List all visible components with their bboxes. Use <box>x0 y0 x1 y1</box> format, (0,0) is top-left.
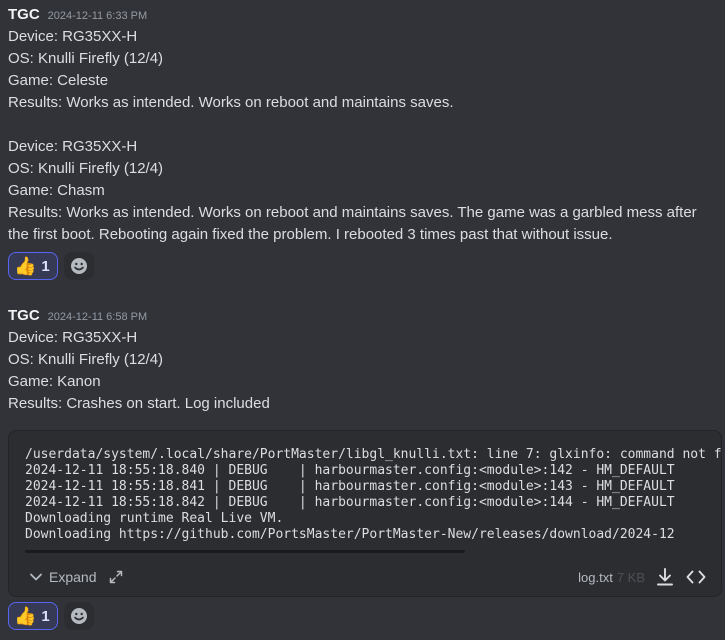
author-name[interactable]: TGC <box>8 6 40 23</box>
preview-line: 2024-12-11 18:55:18.842 | DEBUG | harbou… <box>25 495 675 510</box>
reactions-bar: 👍 1 <box>8 252 708 280</box>
message-line: OS: Knulli Firefly (12/4) <box>8 50 164 67</box>
timestamp[interactable]: 2024-12-11 6:33 PM <box>48 10 147 22</box>
reaction-thumbs-up[interactable]: 👍 1 <box>8 602 58 630</box>
file-attachment: /userdata/system/.local/share/PortMaster… <box>8 430 722 597</box>
thumbs-up-icon: 👍 <box>14 606 37 626</box>
message-2: TGC 2024-12-11 6:58 PM Device: RG35XX-H … <box>8 307 270 415</box>
message-line: Results: Crashes on start. Log included <box>8 395 270 412</box>
message-line: Device: RG35XX-H <box>8 329 138 346</box>
expand-button[interactable]: Expand <box>29 569 124 585</box>
preview-line: /userdata/system/.local/share/PortMaster… <box>25 447 721 462</box>
add-reaction-button[interactable] <box>63 602 94 630</box>
download-button[interactable] <box>655 567 675 587</box>
add-reaction-button[interactable] <box>63 252 94 280</box>
thumbs-up-icon: 👍 <box>14 256 37 276</box>
reaction-thumbs-up[interactable]: 👍 1 <box>8 252 58 280</box>
message-line: Device: RG35XX-H <box>8 28 138 45</box>
smile-icon <box>70 258 87 274</box>
code-icon <box>686 570 706 584</box>
preview-line: 2024-12-11 18:55:18.841 | DEBUG | harbou… <box>25 479 675 494</box>
horizontal-scrollbar[interactable] <box>25 550 465 553</box>
preview-line: 2024-12-11 18:55:18.840 | DEBUG | harbou… <box>25 463 675 478</box>
message-body: Device: RG35XX-H OS: Knulli Firefly (12/… <box>8 327 270 415</box>
file-name[interactable]: log.txt <box>578 570 613 585</box>
message-line: Results: Works as intended. Works on reb… <box>8 94 454 111</box>
preview-line: Downloading runtime Real Live VM. <box>25 511 284 526</box>
message-header: TGC 2024-12-11 6:33 PM <box>8 6 708 26</box>
file-size: 7 KB <box>616 569 645 585</box>
message-line: Game: Celeste <box>8 72 109 89</box>
reaction-count: 1 <box>41 257 50 275</box>
file-preview[interactable]: /userdata/system/.local/share/PortMaster… <box>25 447 721 543</box>
attachment-footer: Expand log.txt 7 KB <box>9 559 721 595</box>
download-icon <box>657 568 673 586</box>
message-1: TGC 2024-12-11 6:33 PM Device: RG35XX-H … <box>8 6 708 280</box>
preview-line: Downloading https://github.com/PortsMast… <box>25 527 675 542</box>
reaction-count: 1 <box>41 607 50 625</box>
message-line: Results: Works as intended. Works on reb… <box>8 204 697 243</box>
smile-icon <box>70 608 87 624</box>
expand-label: Expand <box>49 569 97 585</box>
message-line: Device: RG35XX-H <box>8 138 138 155</box>
timestamp[interactable]: 2024-12-11 6:58 PM <box>48 311 147 323</box>
message-line: Game: Kanon <box>8 373 101 390</box>
author-name[interactable]: TGC <box>8 307 40 324</box>
chevron-down-icon <box>30 573 42 581</box>
message-line: OS: Knulli Firefly (12/4) <box>8 351 164 368</box>
message-header: TGC 2024-12-11 6:58 PM <box>8 307 270 327</box>
message-line: Game: Chasm <box>8 182 105 199</box>
message-line: OS: Knulli Firefly (12/4) <box>8 160 164 177</box>
expand-arrows-icon[interactable] <box>108 569 124 585</box>
view-code-button[interactable] <box>685 567 707 587</box>
message-body: Device: RG35XX-H OS: Knulli Firefly (12/… <box>8 26 708 246</box>
reactions-bar: 👍 1 <box>8 602 94 630</box>
